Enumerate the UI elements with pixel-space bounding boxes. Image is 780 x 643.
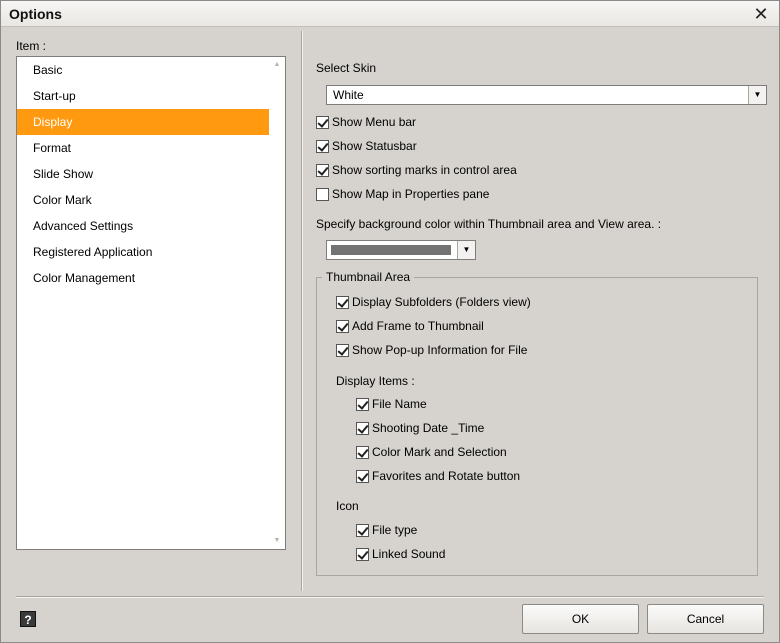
bg-color-label: Specify background color within Thumbnai… [316,217,662,231]
checkbox-checked-icon[interactable] [356,397,369,411]
file-type-checkbox[interactable]: File type [356,523,417,537]
list-item-display[interactable]: Display [17,109,269,135]
shooting-date-checkbox[interactable]: Shooting Date _Time [356,421,484,435]
chevron-down-icon[interactable]: ▼ [748,86,766,104]
show-popup-label: Show Pop-up Information for File [352,343,528,357]
select-skin-label: Select Skin [316,61,377,75]
list-item-start-up[interactable]: Start-up [17,83,269,109]
color-mark-selection-label: Color Mark and Selection [372,445,507,459]
checkbox-checked-icon[interactable] [356,421,369,435]
show-statusbar-label: Show Statusbar [332,139,417,153]
show-menu-bar-checkbox[interactable]: Show Menu bar [316,115,416,129]
checkbox-unchecked-icon[interactable] [316,187,329,201]
skin-select-value: White [333,88,364,102]
show-sorting-marks-label: Show sorting marks in control area [332,163,517,177]
thumbnail-area-title: Thumbnail Area [322,270,415,284]
item-list[interactable]: Basic Start-up Display Format Slide Show… [16,56,286,550]
file-name-checkbox[interactable]: File Name [356,397,427,411]
list-item-format[interactable]: Format [17,135,269,161]
checkbox-checked-icon[interactable] [336,295,349,309]
show-statusbar-checkbox[interactable]: Show Statusbar [316,139,417,153]
vertical-separator [301,31,303,591]
bg-color-select[interactable]: ▼ [326,240,476,260]
list-item-advanced-settings[interactable]: Advanced Settings [17,213,269,239]
checkbox-checked-icon[interactable] [356,547,369,561]
cancel-button[interactable]: Cancel [647,604,764,634]
file-name-label: File Name [372,397,427,411]
dialog-title: Options [9,6,62,22]
checkbox-checked-icon[interactable] [336,319,349,333]
color-mark-selection-checkbox[interactable]: Color Mark and Selection [356,445,507,459]
checkbox-checked-icon[interactable] [316,163,329,177]
checkbox-checked-icon[interactable] [356,523,369,537]
item-label: Item : [16,39,47,53]
title-bar: Options ✕ [1,1,779,27]
display-items-label: Display Items : [336,374,415,388]
add-frame-label: Add Frame to Thumbnail [352,319,484,333]
bottom-separator [16,596,764,598]
scroll-up-icon[interactable]: ▲ [272,60,282,70]
ok-button[interactable]: OK [522,604,639,634]
display-subfolders-label: Display Subfolders (Folders view) [352,295,531,309]
file-type-label: File type [372,523,418,537]
linked-sound-checkbox[interactable]: Linked Sound [356,547,445,561]
list-item-color-mark[interactable]: Color Mark [17,187,269,213]
shooting-date-label: Shooting Date _Time [372,421,485,435]
linked-sound-label: Linked Sound [372,547,446,561]
checkbox-checked-icon[interactable] [356,469,369,483]
list-item-registered-application[interactable]: Registered Application [17,239,269,265]
help-icon[interactable]: ? [20,611,36,627]
color-swatch [331,245,451,255]
checkbox-checked-icon[interactable] [316,139,329,153]
show-map-checkbox[interactable]: Show Map in Properties pane [316,187,489,201]
show-popup-checkbox[interactable]: Show Pop-up Information for File [336,343,527,357]
favorites-rotate-label: Favorites and Rotate button [372,469,521,483]
favorites-rotate-checkbox[interactable]: Favorites and Rotate button [356,469,520,483]
display-subfolders-checkbox[interactable]: Display Subfolders (Folders view) [336,295,531,309]
checkbox-checked-icon[interactable] [336,343,349,357]
add-frame-checkbox[interactable]: Add Frame to Thumbnail [336,319,484,333]
list-item-basic[interactable]: Basic [17,57,269,83]
show-menu-bar-label: Show Menu bar [332,115,417,129]
show-sorting-marks-checkbox[interactable]: Show sorting marks in control area [316,163,517,177]
chevron-down-icon[interactable]: ▼ [457,241,475,259]
scroll-down-icon[interactable]: ▼ [272,536,282,546]
checkbox-checked-icon[interactable] [316,115,329,129]
icon-section-label: Icon [336,499,359,513]
show-map-label: Show Map in Properties pane [332,187,490,201]
list-item-color-management[interactable]: Color Management [17,265,269,291]
checkbox-checked-icon[interactable] [356,445,369,459]
skin-select[interactable]: White ▼ [326,85,767,105]
close-icon[interactable]: ✕ [751,4,771,24]
list-item-slide-show[interactable]: Slide Show [17,161,269,187]
options-dialog: Options ✕ Item : Basic Start-up Display … [0,0,780,643]
